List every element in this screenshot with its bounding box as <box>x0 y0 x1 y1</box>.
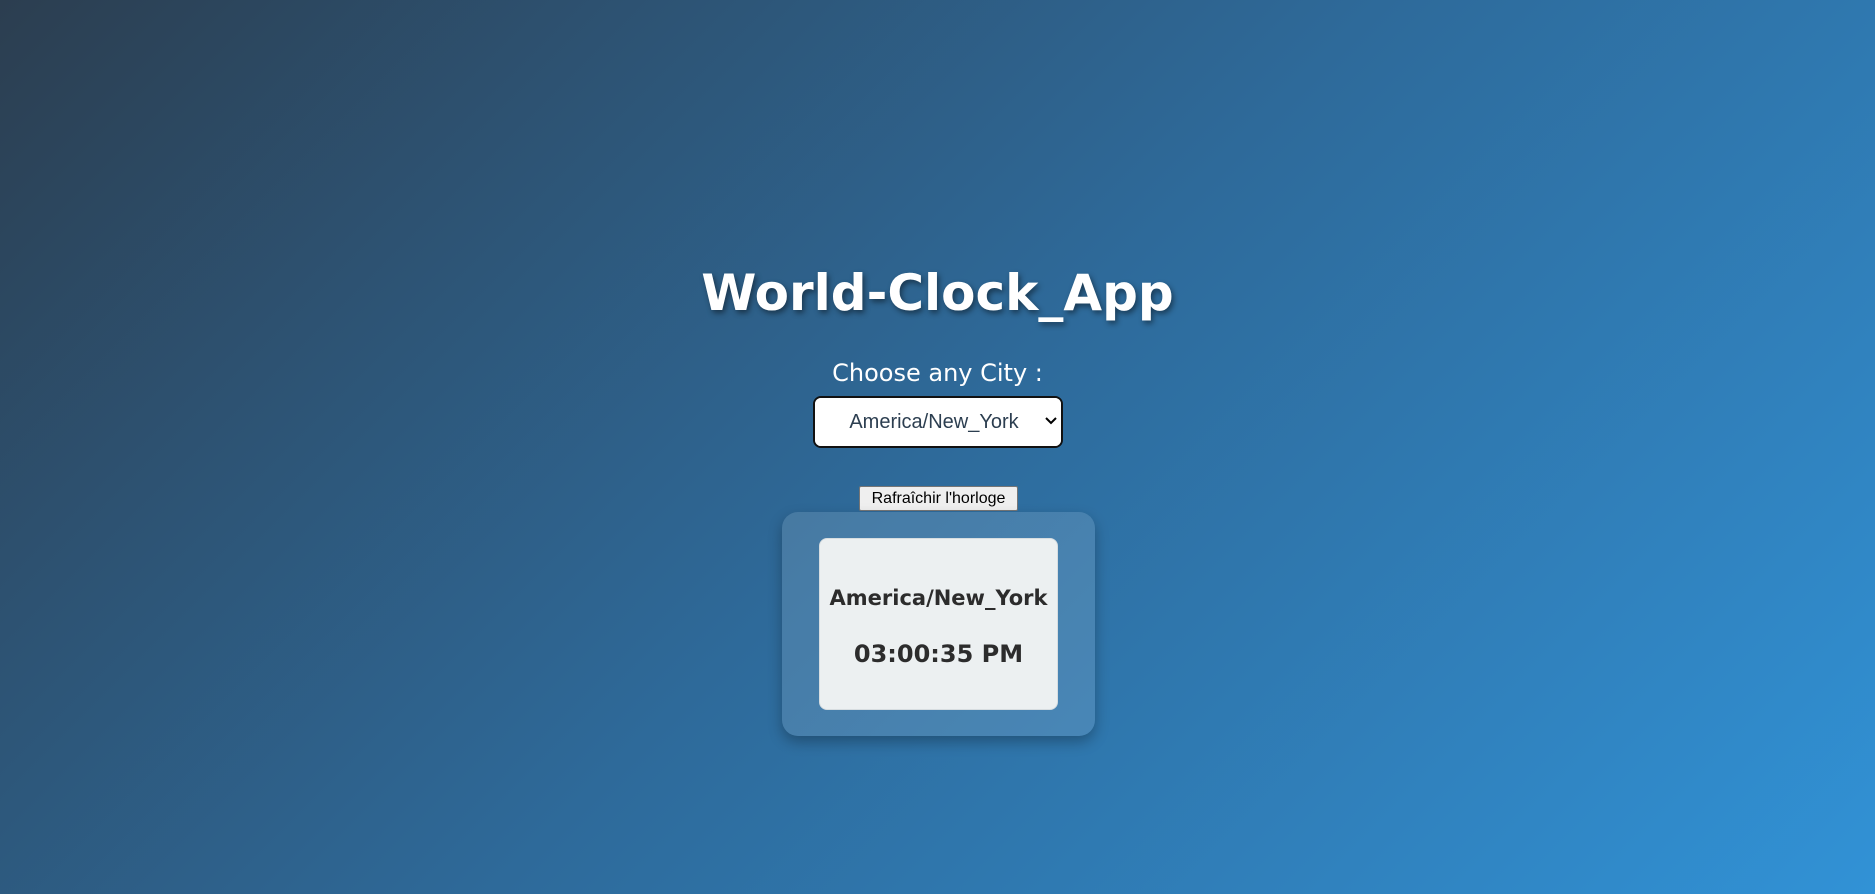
clock-city-name: America/New_York <box>829 586 1048 610</box>
city-select[interactable]: America/New_York <box>813 396 1063 448</box>
city-select-label: Choose any City : <box>832 359 1043 387</box>
clock-container: America/New_York 03:00:35 PM <box>782 512 1095 736</box>
page-title: World-Clock_App <box>701 264 1174 322</box>
clock-time: 03:00:35 PM <box>853 640 1024 668</box>
refresh-clock-button[interactable]: Rafraîchir l'horloge <box>859 486 1018 511</box>
clock-card: America/New_York 03:00:35 PM <box>819 538 1058 710</box>
